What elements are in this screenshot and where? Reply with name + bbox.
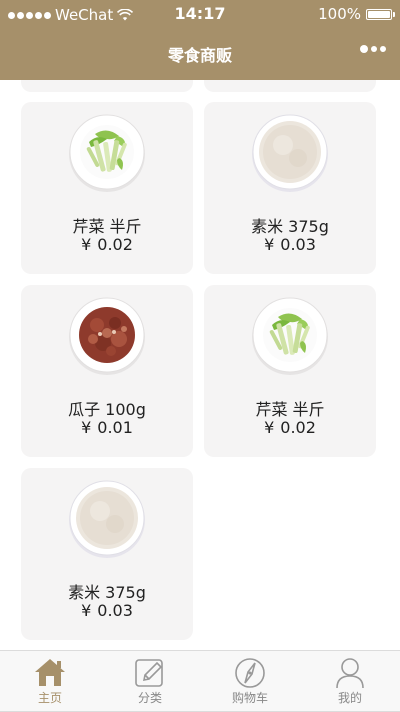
product-name: 素米 375g: [251, 217, 329, 236]
more-menu-button[interactable]: [360, 45, 386, 53]
product-name: 芹菜 半斤: [72, 217, 142, 236]
tab-label: 分类: [137, 691, 162, 705]
edit-icon: [135, 659, 163, 687]
header: WeChat 14:17 100% 零食商贩: [0, 0, 400, 80]
tab-profile[interactable]: 我的: [300, 651, 400, 712]
product-card[interactable]: 芹菜 半斤 ¥0.02: [204, 285, 376, 457]
user-icon: [336, 658, 364, 689]
battery-icon: [366, 8, 395, 20]
currency-symbol: ¥: [81, 235, 92, 254]
compass-icon: [235, 658, 265, 688]
meat-plate-image: [69, 297, 145, 375]
product-price: ¥0.02: [204, 418, 376, 437]
product-price: ¥0.02: [21, 235, 193, 254]
tab-label: 购物车: [231, 691, 268, 705]
battery-area: 100%: [318, 5, 395, 23]
tab-bar: 主页 分类 购物车 我的: [0, 650, 400, 712]
price-value: 0.03: [97, 601, 133, 620]
currency-symbol: ¥: [264, 235, 275, 254]
product-card-partial[interactable]: [21, 80, 193, 92]
rice-plate-image: [69, 480, 145, 558]
product-card[interactable]: 素米 375g ¥0.03: [21, 468, 193, 640]
currency-symbol: ¥: [264, 418, 275, 437]
tab-category[interactable]: 分类: [100, 651, 200, 712]
price-value: 0.03: [280, 235, 316, 254]
currency-symbol: ¥: [81, 601, 92, 620]
rice-plate-image: [252, 114, 328, 192]
product-price: ¥0.01: [21, 418, 193, 437]
product-price: ¥0.03: [204, 235, 376, 254]
tab-home[interactable]: 主页: [0, 651, 100, 712]
status-bar: WeChat 14:17 100%: [0, 0, 400, 28]
product-name: 素米 375g: [68, 583, 146, 602]
product-name: 瓜子 100g: [68, 400, 146, 419]
price-value: 0.01: [97, 418, 133, 437]
celery-plate-image: [69, 114, 145, 192]
home-icon: [35, 659, 65, 686]
product-price: ¥0.03: [21, 601, 193, 620]
tab-label: 我的: [337, 691, 362, 705]
battery-percentage: 100%: [318, 5, 361, 23]
product-card-partial[interactable]: [204, 80, 376, 92]
page-title: 零食商贩: [167, 46, 232, 65]
price-value: 0.02: [280, 418, 316, 437]
celery-plate-image: [252, 297, 328, 375]
currency-symbol: ¥: [81, 418, 92, 437]
tab-label: 主页: [37, 691, 62, 705]
app-screen: WeChat 14:17 100% 零食商贩 芹菜 半斤 ¥ 0.02 素米 3…: [0, 0, 400, 712]
price-value: 0.02: [97, 235, 133, 254]
product-grid[interactable]: 芹菜 半斤 ¥0.02 素米 375g ¥0.03 瓜子 100g ¥ 0.01…: [0, 80, 400, 650]
product-card[interactable]: 瓜子 100g ¥0.01: [21, 285, 193, 457]
tab-cart[interactable]: 购物车: [200, 651, 300, 712]
product-card[interactable]: 素米 375g ¥0.03: [204, 102, 376, 274]
product-name: 芹菜 半斤: [255, 400, 325, 419]
product-card[interactable]: 芹菜 半斤 ¥0.02: [21, 102, 193, 274]
